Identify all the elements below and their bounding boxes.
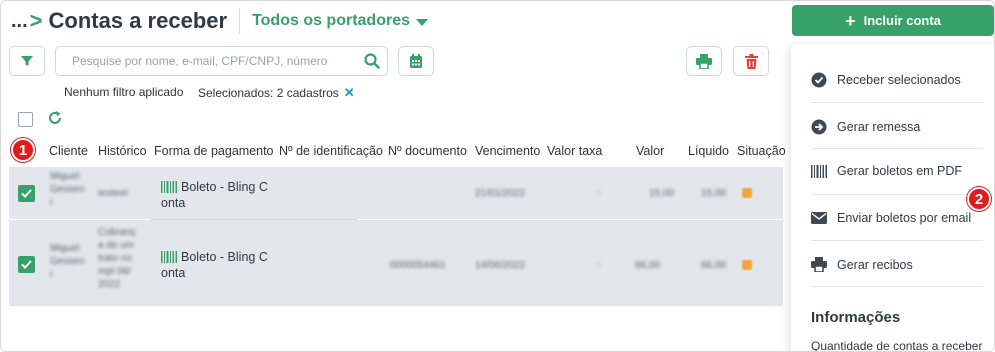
cell-documento: 0000054461 <box>390 260 446 271</box>
divider <box>239 8 241 34</box>
menu-item-gerar-recibos[interactable]: Gerar recibos <box>811 257 983 272</box>
info-section-title: Informações <box>811 309 901 326</box>
filter-status-text: Nenhum filtro aplicado <box>64 85 184 99</box>
menu-item-gerar-boletos-pdf[interactable]: Gerar boletos em PDF <box>811 164 983 178</box>
clear-selection-icon[interactable]: ✕ <box>344 85 355 101</box>
barcode-icon <box>811 164 827 178</box>
column-header-valor-taxa[interactable]: Valor taxa <box>547 144 602 158</box>
caret-down-icon <box>416 18 428 26</box>
column-header-forma-pagamento[interactable]: Forma de pagamento <box>154 144 274 158</box>
check-circle-icon <box>811 72 827 88</box>
status-indicator <box>742 188 752 198</box>
actions-menu-panel: Receber selecionados Gerar remessa Gerar… <box>791 44 994 352</box>
row-checkbox[interactable] <box>18 256 35 273</box>
cell-historico: testeel <box>98 188 128 199</box>
delete-button[interactable] <box>733 46 769 76</box>
column-header-historico[interactable]: Histórico <box>98 144 147 158</box>
check-icon <box>21 260 32 269</box>
cell-forma-pagamento: Boleto - Bling C onta <box>161 250 268 280</box>
menu-item-enviar-boletos-email[interactable]: Enviar boletos por email <box>811 211 983 225</box>
row-checkbox[interactable] <box>18 185 35 202</box>
divider <box>811 286 983 287</box>
info-section-text: Quantidade de contas a receber <box>811 339 983 352</box>
cell-cliente: Miguel Gessen i <box>50 171 85 208</box>
filter-icon <box>21 56 33 66</box>
filter-button[interactable] <box>9 46 45 76</box>
menu-item-receber-selecionados[interactable]: Receber selecionados <box>811 72 983 88</box>
cell-vencimento: 21/01/2022 <box>475 188 526 199</box>
cell-liquido: 66,00 <box>701 260 727 271</box>
plus-icon: + <box>845 10 856 31</box>
column-header-situacao[interactable]: Situação <box>737 144 786 158</box>
arrow-circle-right-icon <box>811 119 827 135</box>
cell-cliente: Miguel Gessen i <box>50 243 85 280</box>
cell-liquido: 15,00 <box>701 188 727 199</box>
print-button[interactable] <box>686 46 722 76</box>
annotation-badge-1: 1 <box>11 138 35 162</box>
portador-dropdown[interactable]: Todos os portadores <box>252 12 428 30</box>
calendar-button[interactable] <box>398 46 434 76</box>
page-title: Contas a receber <box>48 8 228 33</box>
incluir-conta-label: Incluir conta <box>863 13 941 28</box>
page-header: ... > Contas a receber Todos os portador… <box>11 6 428 36</box>
search-field[interactable] <box>55 46 388 76</box>
selected-count-text: Selecionados: 2 cadastros <box>198 86 339 100</box>
refresh-icon[interactable] <box>47 110 63 126</box>
column-header-cliente[interactable]: Cliente <box>49 144 88 158</box>
column-header-identificacao[interactable]: Nº de identificação <box>279 144 383 158</box>
cell-historico: Cobranç a de um trato no mpl 06/2022 <box>98 227 136 290</box>
calendar-icon <box>410 53 422 68</box>
selected-status: Selecionados: 2 cadastros ✕ <box>198 85 355 101</box>
cell-valor: 15,00 <box>649 188 675 199</box>
incluir-conta-button[interactable]: + Incluir conta <box>792 5 994 36</box>
annotation-badge-2: 2 <box>967 187 991 211</box>
cell-valor-taxa: - <box>597 260 601 271</box>
divider <box>811 194 983 195</box>
breadcrumb-back[interactable]: ... <box>11 10 28 33</box>
trash-icon <box>744 53 758 69</box>
chevron-right-icon[interactable]: > <box>30 8 43 34</box>
select-all-checkbox[interactable] <box>18 112 33 127</box>
column-header-documento[interactable]: Nº documento <box>388 144 467 158</box>
menu-item-gerar-remessa[interactable]: Gerar remessa <box>811 119 983 135</box>
divider <box>811 240 983 241</box>
portador-label: Todos os portadores <box>252 12 410 29</box>
cell-vencimento: 14/06/2022 <box>475 260 526 271</box>
cell-valor-taxa: - <box>597 188 601 199</box>
divider <box>811 102 983 103</box>
printer-icon <box>696 53 712 69</box>
column-header-valor[interactable]: Valor <box>636 144 664 158</box>
search-input[interactable] <box>56 47 357 75</box>
barcode-icon <box>161 251 177 263</box>
barcode-icon <box>161 181 177 193</box>
column-header-liquido[interactable]: Líquido <box>688 144 729 158</box>
envelope-icon <box>811 212 827 224</box>
check-icon <box>21 189 32 198</box>
cell-valor: 66,00 <box>635 260 661 271</box>
cell-forma-pagamento: Boleto - Bling C onta <box>161 180 268 210</box>
app-frame: ... > Contas a receber Todos os portador… <box>0 0 995 352</box>
search-icon[interactable] <box>357 53 387 69</box>
divider <box>811 148 983 149</box>
printer-icon <box>811 257 827 272</box>
column-header-vencimento[interactable]: Vencimento <box>475 144 540 158</box>
status-indicator <box>742 260 752 270</box>
